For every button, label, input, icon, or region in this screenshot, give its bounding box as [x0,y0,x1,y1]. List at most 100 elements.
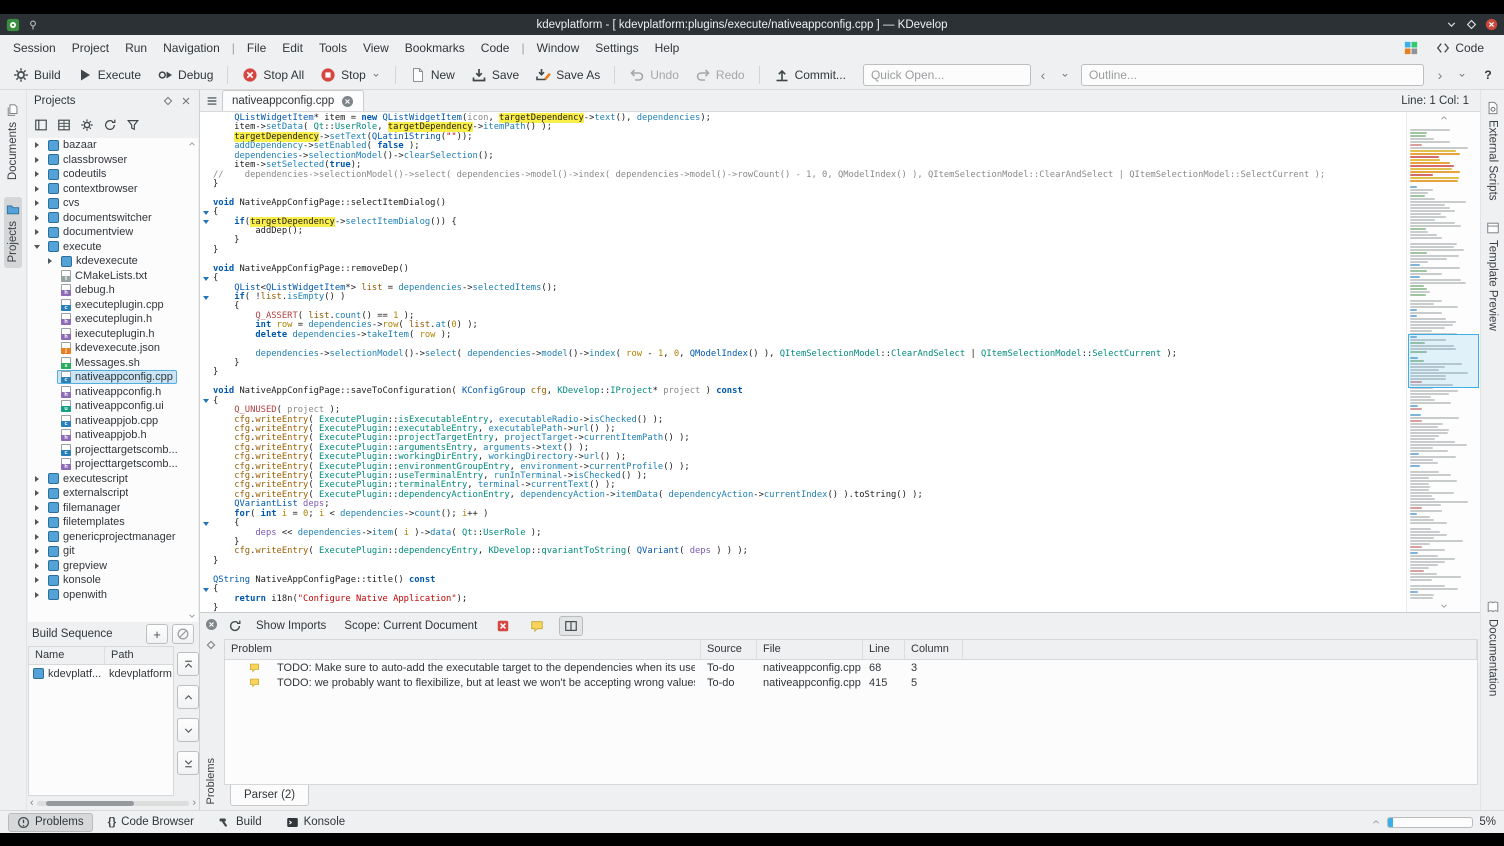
execute-button[interactable]: Execute [70,64,148,86]
move-up-button[interactable] [177,685,199,709]
fold-marker-icon[interactable] [200,519,213,528]
debug-button[interactable]: Debug [150,64,220,86]
area-grid-icon[interactable] [1404,41,1418,55]
tree-item-executescript[interactable]: executescript [28,472,198,487]
menu-help[interactable]: Help [648,38,687,58]
statusbar-tab-code-browser[interactable]: {} Code Browser [99,813,203,831]
outline-input[interactable] [1080,64,1424,86]
column-header-name[interactable]: Name [29,647,105,664]
tree-item-cmakelists-txt[interactable]: t CMakeLists.txt [28,269,198,284]
history-back-button[interactable]: ‹ [1033,65,1053,85]
outline-dropdown-button[interactable] [1452,65,1472,85]
column-header-file[interactable]: File [757,640,863,659]
tree-item-debug-h[interactable]: h debug.h [28,283,198,298]
tree-item-git[interactable]: git [28,544,198,559]
column-header-line[interactable]: Line [863,640,905,659]
column-header-column[interactable]: Column [905,640,963,659]
comments-filter-button[interactable] [525,616,549,636]
expand-arrow-icon[interactable] [32,519,41,525]
scroll-left-button[interactable]: ‹ [30,798,34,809]
tree-item-codeutils[interactable]: codeutils [28,167,198,182]
expand-arrow-icon[interactable] [32,490,41,496]
toolview-tab-documents[interactable]: Documents [4,98,22,185]
add-to-build-sequence-button[interactable]: + [146,624,168,644]
code-line[interactable]: } [200,556,1406,566]
tree-item-nativeappjob-cpp[interactable]: c nativeappjob.cpp [28,414,198,429]
expand-arrow-icon[interactable] [32,171,41,177]
editor-tab-nativeappconfig[interactable]: nativeappconfig.cpp [222,90,365,111]
tree-item-openwith[interactable]: openwith [28,588,198,603]
expand-arrow-icon[interactable] [32,563,41,569]
help-button[interactable]: ? [1478,65,1498,85]
columns-toggle-button[interactable] [559,616,584,636]
code-line[interactable]: void NativeAppConfigPage::selectItemDial… [200,198,1406,208]
code-line[interactable]: return i18n("Configure Native Applicatio… [200,594,1406,604]
problem-row[interactable]: TODO: we probably want to flexibilize, b… [225,675,1477,690]
menu-window[interactable]: Window [530,38,587,58]
tree-item-execute[interactable]: execute [28,240,198,255]
expand-arrow-icon[interactable] [32,577,41,583]
commit-button[interactable]: Commit... [767,64,853,86]
expand-arrow-icon[interactable] [45,258,54,264]
redo-button[interactable]: Redo [688,64,752,86]
tree-item-genericprojectmanager[interactable]: genericprojectmanager [28,530,198,545]
expand-arrow-icon[interactable] [32,215,41,221]
save-button[interactable]: Save [464,64,526,86]
tree-item-kdevexecute-json[interactable]: j kdevexecute.json [28,341,198,356]
code-line[interactable]: } [200,179,1406,189]
tree-item-classbrowser[interactable]: classbrowser [28,153,198,168]
expand-arrow-icon[interactable] [32,505,41,511]
panel-settings-button[interactable] [77,115,97,135]
menu-file[interactable]: File [240,38,273,58]
code-editor[interactable]: QListWidgetItem* item = new QListWidgetI… [200,112,1406,612]
stop-button[interactable]: Stop [313,64,388,86]
close-panel-button[interactable] [180,95,192,107]
expand-arrow-icon[interactable] [32,186,41,192]
tree-item-documentview[interactable]: documentview [28,225,198,240]
tree-item-messages-sh[interactable]: s Messages.sh [28,356,198,371]
expand-arrow-icon[interactable] [32,548,41,554]
expand-arrow-icon[interactable] [32,476,41,482]
toolview-tab-projects[interactable]: Projects [4,197,22,268]
expand-arrow-icon[interactable] [32,534,41,540]
tree-item-filetemplates[interactable]: filetemplates [28,515,198,530]
tree-item-contextbrowser[interactable]: contextbrowser [28,182,198,197]
save-as-button[interactable]: Save As [528,64,607,86]
code-line[interactable]: QList<QListWidgetItem*> list = dependenc… [200,283,1406,293]
code-line[interactable]: } [200,245,1406,255]
expand-arrow-icon[interactable] [32,142,41,148]
scrollbar-track[interactable] [36,800,190,806]
tree-item-documentswitcher[interactable]: documentswitcher [28,211,198,226]
menu-edit[interactable]: Edit [275,38,310,58]
tree-item-konsole[interactable]: konsole [28,573,198,588]
document-switcher-button[interactable] [202,91,222,111]
code-line[interactable]: void NativeAppConfigPage::saveToConfigur… [200,386,1406,396]
statusbar-tab-problems[interactable]: Problems [8,812,93,832]
remove-from-build-sequence-button[interactable] [172,624,194,644]
tree-item-cvs[interactable]: cvs [28,196,198,211]
tree-scroll-up-icon[interactable] [187,139,197,149]
move-down-button[interactable] [177,718,199,742]
tree-item-nativeappconfig-ui[interactable]: u nativeappconfig.ui [28,399,198,414]
minimize-button[interactable] [1445,18,1458,31]
code-line[interactable]: QString NativeAppConfigPage::title() con… [200,575,1406,585]
tree-scroll-down-icon[interactable] [187,611,197,621]
code-line[interactable]: } [200,603,1406,612]
code-line[interactable]: addDep(); [200,226,1406,236]
float-panel-button[interactable] [205,639,217,651]
tree-item-filemanager[interactable]: filemanager [28,501,198,516]
toolview-tab-external-scripts[interactable]: External Scripts [1484,96,1502,206]
column-header-source[interactable]: Source [701,640,757,659]
panel-grid-button[interactable] [54,115,74,135]
scope-selector[interactable]: Scope: Current Document [340,618,481,634]
area-switcher-code-button[interactable]: Code [1428,39,1492,57]
fold-marker-icon[interactable] [200,208,213,217]
statusbar-tab-build[interactable]: Build [209,813,271,832]
minimap-viewport[interactable] [1408,334,1479,388]
statusbar-tab-konsole[interactable]: Konsole [277,813,355,832]
code-line[interactable]: for( int i = 0; i < dependencies->count(… [200,509,1406,519]
close-button[interactable] [1485,18,1498,31]
move-bottom-button[interactable] [177,751,199,775]
code-line[interactable]: // dependencies->selectionModel()->selec… [200,170,1406,180]
column-header-path[interactable]: Path [105,647,140,664]
